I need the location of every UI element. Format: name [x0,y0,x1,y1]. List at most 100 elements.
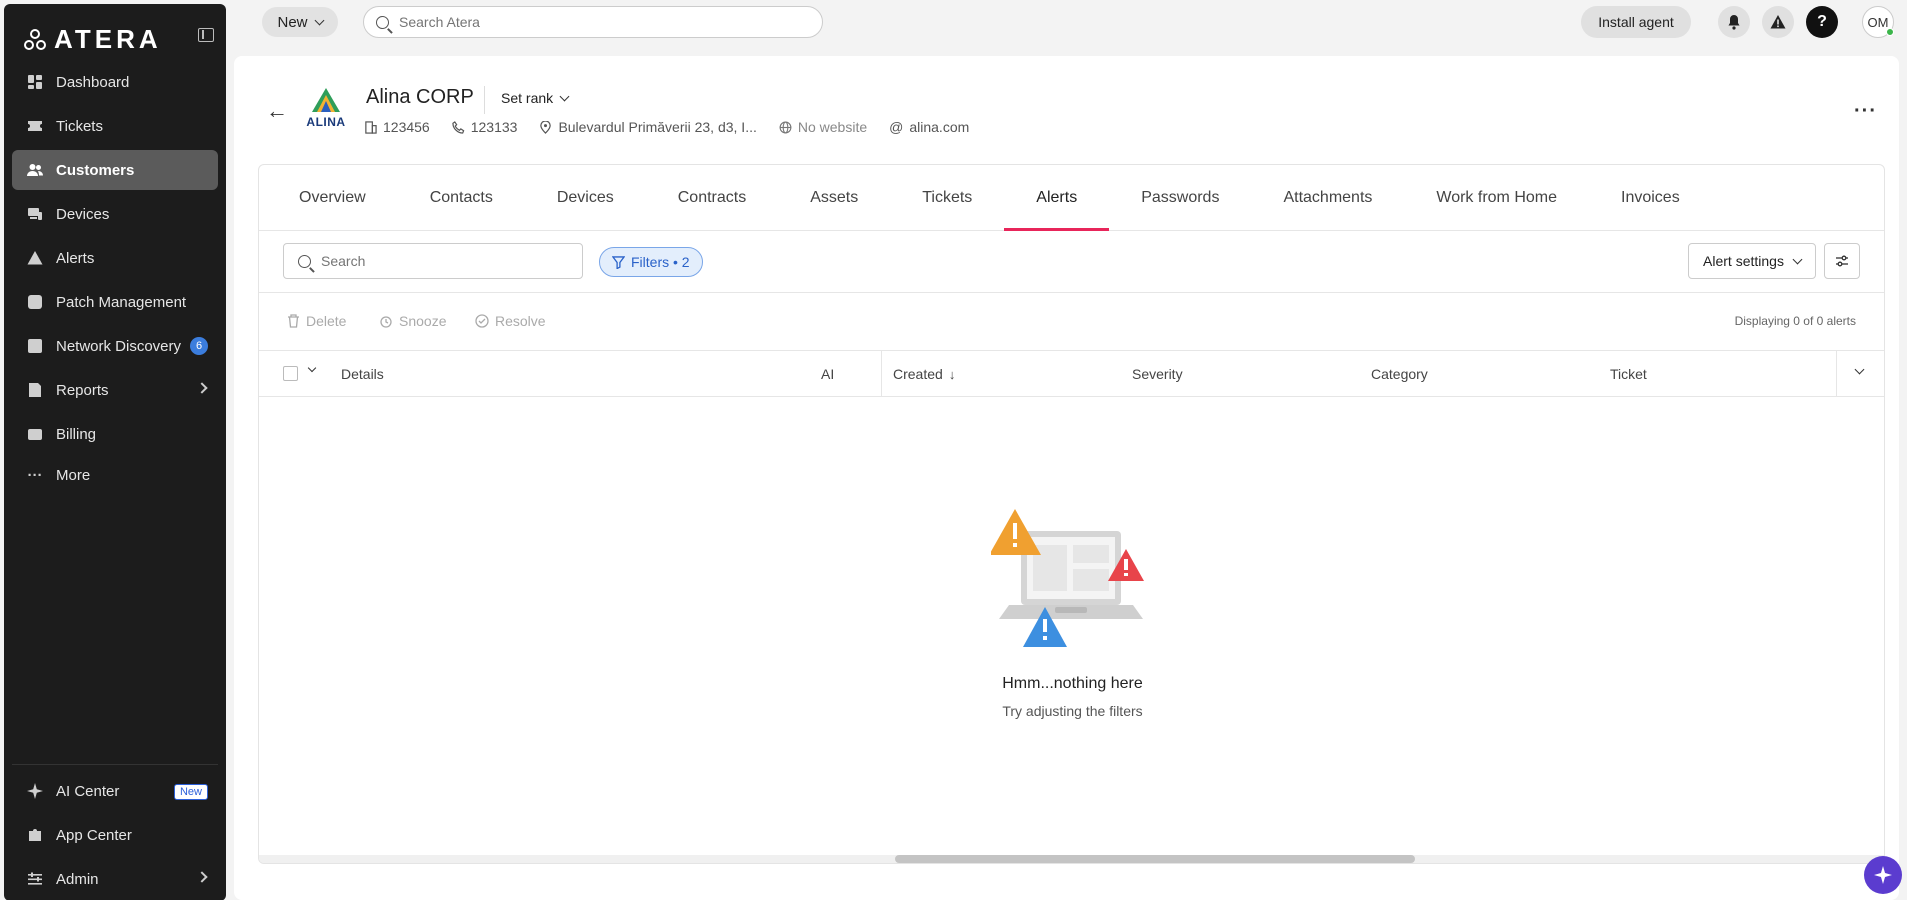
tab-passwords[interactable]: Passwords [1109,165,1251,230]
horizontal-scrollbar-thumb[interactable] [895,855,1415,863]
tab-invoices[interactable]: Invoices [1589,165,1712,230]
customers-icon [26,161,44,179]
sidebar-item-label: Network Discovery [56,337,182,355]
alert-settings-dropdown[interactable]: Alert settings [1688,243,1816,279]
help-button[interactable]: ? [1806,6,1838,38]
sidebar-item-admin[interactable]: Admin [12,859,218,899]
address[interactable]: Bulevardul Primăverii 23, d3, I... [539,119,757,135]
global-search[interactable] [363,6,823,38]
more-options-icon[interactable]: ··· [1854,100,1877,123]
billing-icon [26,425,44,443]
building-icon [365,120,377,134]
tab-tickets[interactable]: Tickets [890,165,1004,230]
reports-icon [26,381,44,399]
sidebar-item-label: App Center [56,826,132,844]
new-button[interactable]: New [262,7,338,37]
sidebar-item-customers[interactable]: Customers [12,150,218,190]
tab-contacts[interactable]: Contacts [398,165,525,230]
customer-name: Alina CORP [366,86,474,108]
chevron-down-icon [1792,254,1803,264]
delete-button[interactable]: Delete [287,313,346,329]
set-rank-dropdown[interactable]: Set rank [501,90,570,106]
chevron-down-icon [314,15,324,25]
empty-state-subtitle: Try adjusting the filters [1002,703,1143,719]
install-agent-button[interactable]: Install agent [1581,6,1691,38]
alerts-search-input[interactable] [321,253,571,269]
sidebar-item-app-center[interactable]: App Center [12,815,218,855]
snooze-button[interactable]: Snooze [379,313,446,329]
filters-chip[interactable]: Filters • 2 [599,247,703,277]
expand-columns-chevron-icon[interactable] [1854,364,1865,375]
alert-settings-label: Alert settings [1703,253,1784,269]
select-menu-chevron-icon[interactable] [307,363,317,373]
globe-icon [779,121,792,133]
alert-icon [26,249,44,267]
avatar-initials: OM [1867,14,1889,30]
column-ai[interactable]: AI [821,366,834,382]
sidebar-item-label: Devices [56,205,110,223]
sidebar-item-more[interactable]: ··· More [12,458,218,492]
phone-icon [452,120,465,134]
sidebar-item-ai-center[interactable]: AI Center New [12,771,218,811]
customer-tabs: Overview Contacts Devices Contracts Asse… [259,165,1884,231]
delete-label: Delete [306,313,347,329]
tab-assets[interactable]: Assets [778,165,890,230]
back-arrow-icon[interactable]: ← [266,98,288,124]
ticket-icon [26,117,44,135]
column-category[interactable]: Category [1371,366,1428,382]
sidebar-item-reports[interactable]: Reports [12,370,218,410]
atera-logo[interactable]: ATERA [24,24,162,55]
domain[interactable]: @ alina.com [889,119,969,135]
warning-icon [1770,15,1786,29]
chevron-right-icon [196,871,208,883]
column-created[interactable]: Created ↓ [893,366,955,382]
alarm-clock-icon [380,316,392,328]
tab-devices[interactable]: Devices [525,165,646,230]
resolve-button[interactable]: Resolve [475,313,546,329]
help-icon: ? [1817,13,1827,30]
alerts-button[interactable] [1762,6,1794,38]
tab-attachments[interactable]: Attachments [1251,165,1404,230]
sidebar-nav: Dashboard Tickets Customers Devices Aler… [12,62,218,492]
alerts-card: Overview Contacts Devices Contracts Asse… [258,164,1885,864]
column-settings-button[interactable] [1824,243,1860,279]
check-circle-icon [475,314,489,328]
sidebar-item-billing[interactable]: Billing [12,414,218,454]
new-tag: New [173,784,208,800]
atera-logo-icon [24,28,46,50]
tab-contracts[interactable]: Contracts [646,165,778,230]
sidebar-item-dashboard[interactable]: Dashboard [12,62,218,102]
devices-icon [26,205,44,223]
column-severity[interactable]: Severity [1132,366,1183,382]
sidebar-item-devices[interactable]: Devices [12,194,218,234]
sidebar-collapse-icon[interactable] [198,28,214,42]
column-divider [881,351,882,397]
sidebar-item-tickets[interactable]: Tickets [12,106,218,146]
alerts-search[interactable] [283,243,583,279]
website: No website [779,119,867,135]
notifications-button[interactable] [1718,6,1750,38]
main-panel: ← ALINA Alina CORP Set rank 123456 12313… [234,56,1899,900]
sidebar-item-label: AI Center [56,782,120,800]
avatar[interactable]: OM [1862,6,1894,38]
sidebar-bottom: AI Center New App Center Admin [12,764,218,900]
ai-copilot-button[interactable] [1864,856,1902,894]
sidebar-item-network-discovery[interactable]: Network Discovery 6 [12,326,218,366]
global-search-input[interactable] [399,14,799,30]
column-ticket[interactable]: Ticket [1610,366,1647,382]
phone[interactable]: 123133 [452,119,517,135]
column-details[interactable]: Details [341,366,384,382]
at-icon: @ [889,119,904,135]
tab-alerts[interactable]: Alerts [1004,165,1110,231]
select-all-checkbox[interactable] [283,366,298,381]
sidebar-item-label: Patch Management [56,293,187,311]
sparkle-icon [1874,866,1892,884]
domain-value: alina.com [909,119,970,135]
tab-overview[interactable]: Overview [267,165,398,230]
sidebar-item-alerts[interactable]: Alerts [12,238,218,278]
set-rank-label: Set rank [501,90,554,106]
tab-work-from-home[interactable]: Work from Home [1404,165,1589,230]
new-button-label: New [277,13,308,31]
sidebar-item-patch-management[interactable]: Patch Management [12,282,218,322]
location-pin-icon [540,120,552,134]
